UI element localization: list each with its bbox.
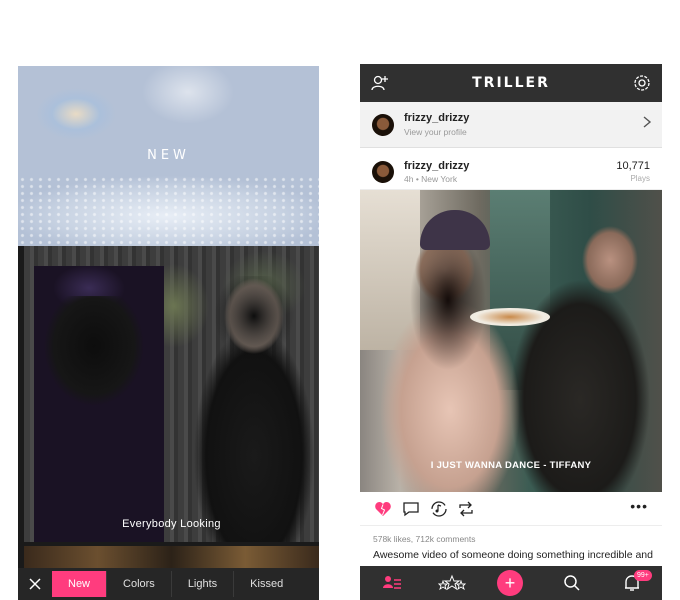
create-button[interactable]: + xyxy=(497,570,523,596)
gear-icon[interactable] xyxy=(632,73,652,93)
banner-sparkle xyxy=(18,176,319,246)
next-video-preview[interactable] xyxy=(24,546,319,568)
avatar xyxy=(372,114,394,136)
filter-colors[interactable]: Colors xyxy=(106,571,171,597)
left-screen: NEW Everybody Looking New Colors Lights … xyxy=(18,66,319,600)
person-left xyxy=(34,266,164,542)
video-caption: I JUST WANNA DANCE - TIFFANY xyxy=(430,460,592,471)
person-left xyxy=(380,210,530,492)
comment-icon[interactable] xyxy=(402,500,420,518)
plays-label: Plays xyxy=(630,174,650,183)
banner-label: NEW xyxy=(147,148,190,163)
post-stats: 578k likes, 712k comments xyxy=(373,534,476,544)
app-logo: TRILLER xyxy=(472,75,550,91)
feed-icon[interactable] xyxy=(382,573,402,593)
chevron-right-icon xyxy=(642,115,652,132)
notification-badge: 99+ xyxy=(634,570,652,581)
filter-kissed[interactable]: Kissed xyxy=(233,571,299,597)
post-username[interactable]: frizzy_drizzy xyxy=(404,160,469,172)
page: NEW Everybody Looking New Colors Lights … xyxy=(0,0,680,600)
profile-row[interactable]: frizzy_drizzy View your profile xyxy=(360,102,662,148)
remix-icon[interactable] xyxy=(430,500,448,518)
post-header: frizzy_drizzy 4h • New York 10,771 Plays xyxy=(360,154,662,190)
profile-username: frizzy_drizzy xyxy=(404,112,470,124)
filter-bar: New Colors Lights Kissed xyxy=(18,568,319,600)
video-preview[interactable] xyxy=(24,246,319,542)
heart-icon[interactable] xyxy=(374,500,392,518)
filter-lights[interactable]: Lights xyxy=(170,571,233,597)
post-avatar[interactable] xyxy=(372,161,394,183)
app-header: TRILLER xyxy=(360,64,662,102)
post-actions: ••• xyxy=(360,492,662,526)
video-caption: Everybody Looking xyxy=(122,518,221,530)
post-meta: 4h • New York xyxy=(404,174,458,184)
close-icon[interactable] xyxy=(18,568,52,600)
right-screen: TRILLER frizzy_drizzy View your profile … xyxy=(360,64,662,600)
more-options-icon[interactable]: ••• xyxy=(630,498,648,514)
person-right xyxy=(194,266,314,542)
food-plate xyxy=(470,308,550,326)
profile-subtitle: View your profile xyxy=(404,127,467,137)
filter-new[interactable]: New xyxy=(52,571,107,597)
post-description: Awesome video of someone doing something… xyxy=(373,549,653,561)
plays-count: 10,771 xyxy=(616,160,650,172)
bottom-nav: + 99+ xyxy=(360,566,662,600)
post-video[interactable]: I JUST WANNA DANCE - TIFFANY xyxy=(360,190,662,492)
stars-icon[interactable] xyxy=(437,573,467,593)
repost-icon[interactable] xyxy=(457,500,475,518)
search-icon[interactable] xyxy=(562,573,582,593)
